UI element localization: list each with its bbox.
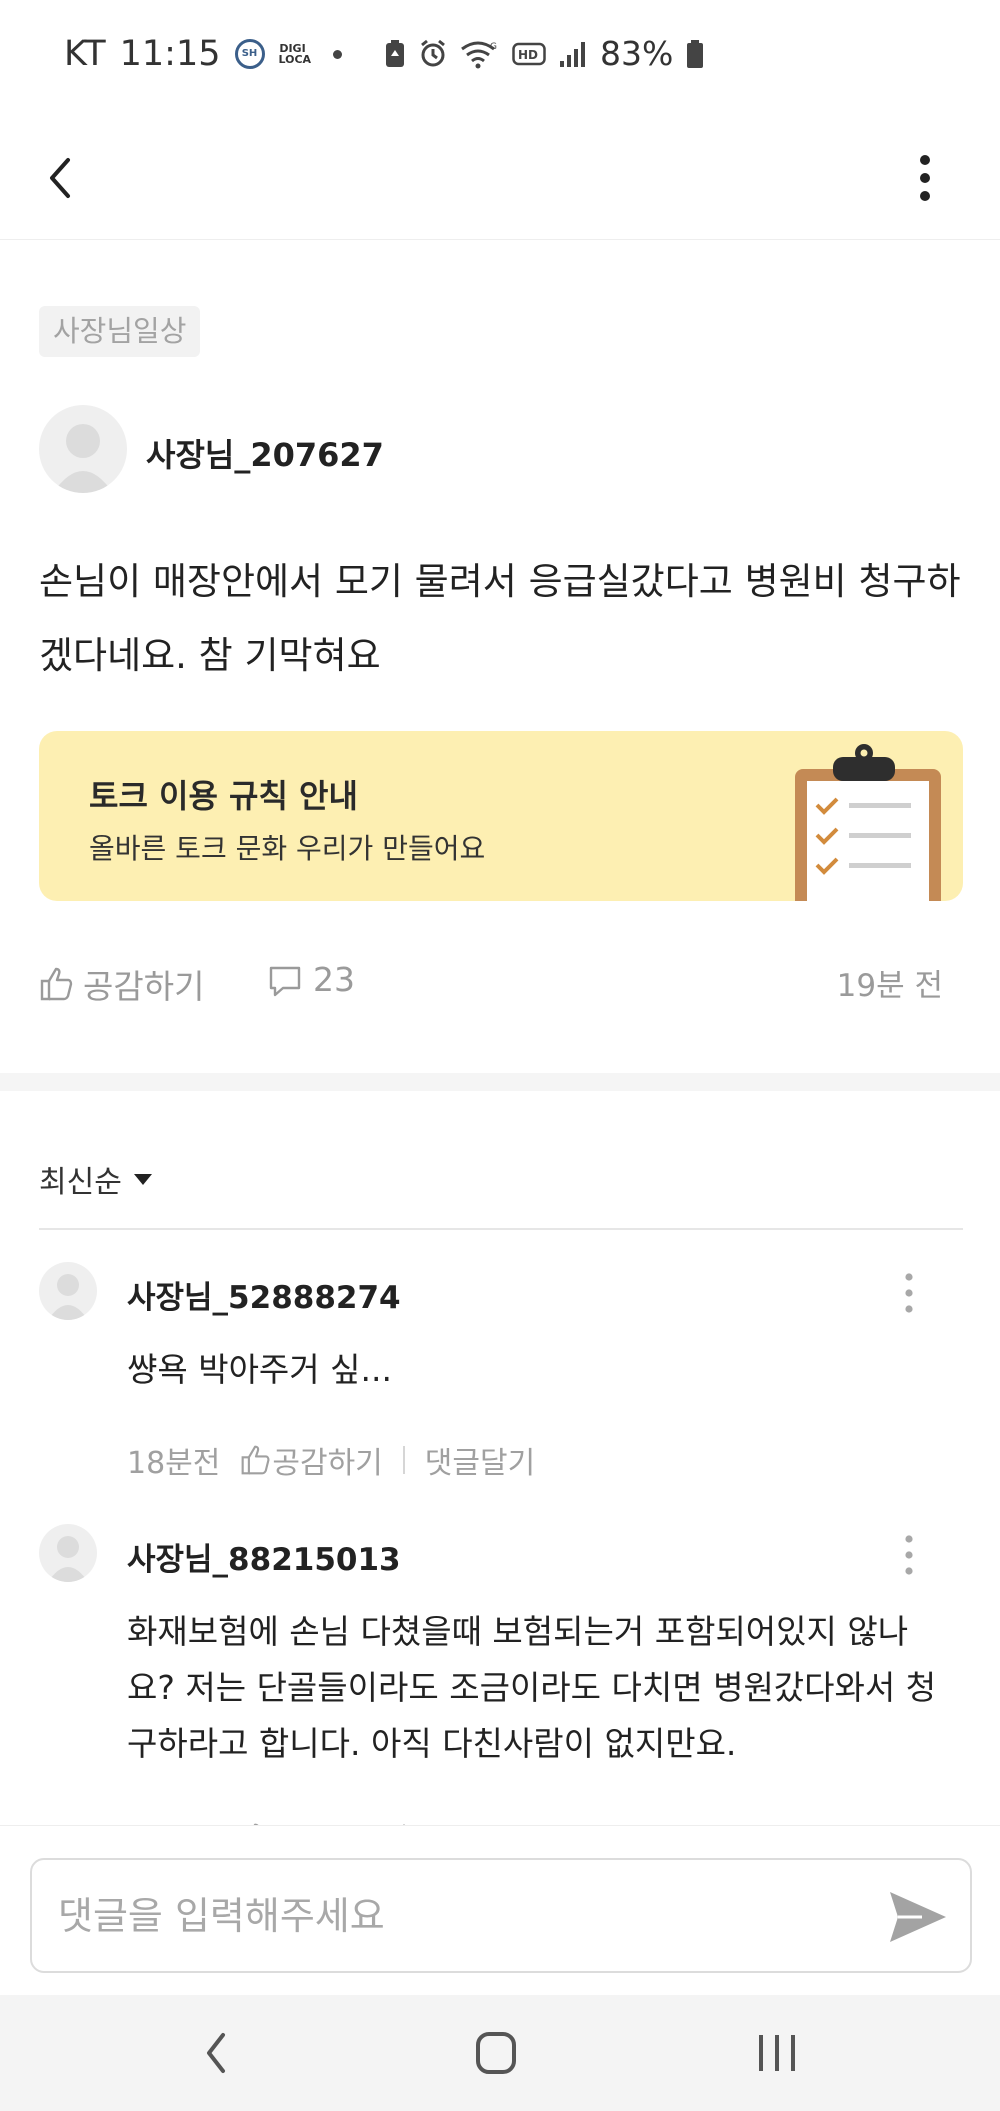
category-tag[interactable]: 사장님일상 (39, 306, 201, 357)
default-avatar-icon (48, 1536, 88, 1582)
svg-text:G: G (490, 42, 497, 52)
banner-title: 토크 이용 규칙 안내 (89, 777, 358, 815)
battery-icon (687, 39, 704, 68)
comment-avatar[interactable] (39, 1524, 97, 1582)
battery-percent: 83% (600, 34, 674, 73)
system-back-button[interactable] (187, 2023, 247, 2083)
post-time: 19분 전 (836, 968, 943, 1004)
comment-text: 썅욕 박아주거 싶... (127, 1350, 392, 1389)
comment-like-button[interactable]: 공감하기 (240, 1438, 383, 1482)
alarm-icon (421, 39, 445, 66)
more-vertical-icon (920, 155, 930, 201)
comment-more-button[interactable] (889, 1532, 929, 1578)
comment-count: 23 (313, 960, 355, 999)
like-label: 공감하기 (83, 967, 205, 1006)
caret-down-icon (133, 1174, 152, 1185)
comment-more-button[interactable] (889, 1270, 929, 1316)
like-button[interactable]: 공감하기 (39, 960, 204, 1008)
system-home-button[interactable] (466, 2023, 526, 2083)
system-recents-button[interactable] (747, 2023, 807, 2083)
comment-item: 사장님_88215013 화재보험에 손님 다쳤을때 보험되는거 포함되어있지 … (39, 1524, 963, 1859)
comment-count-button[interactable]: 23 (267, 960, 355, 999)
send-icon (890, 1892, 946, 1942)
reply-button[interactable]: 댓글달기 (425, 1438, 535, 1482)
digiloca-icon: DIGI LOCA (278, 42, 312, 66)
comment-author[interactable]: 사장님_52888274 (127, 1272, 401, 1317)
author-avatar[interactable] (39, 405, 127, 493)
status-bar-right: G HD 83% (384, 34, 705, 73)
more-vertical-icon (905, 1535, 913, 1575)
clock: 11:15 (119, 34, 221, 74)
chevron-left-icon (50, 158, 70, 198)
hd-voice-icon: HD (512, 42, 546, 65)
thumbs-up-icon (241, 1445, 270, 1475)
signal-icon (560, 41, 585, 67)
battery-saver-icon (386, 39, 404, 67)
comment-input-box (30, 1858, 972, 1973)
home-square-icon (476, 2032, 516, 2074)
back-button[interactable] (32, 148, 92, 208)
app-notification-icon: SH (234, 39, 265, 69)
default-avatar-icon (53, 424, 113, 493)
chevron-left-icon (207, 2033, 225, 2073)
comment-author[interactable]: 사장님_88215013 (127, 1534, 401, 1579)
clipboard-checklist-icon (795, 744, 941, 901)
more-vertical-icon (905, 1273, 913, 1313)
recents-icon (759, 2035, 795, 2071)
sort-divider (39, 1228, 963, 1230)
status-bar-left: KT 11:15 SH DIGI LOCA (64, 34, 342, 74)
carrier-label: KT (64, 34, 106, 74)
talk-rules-banner[interactable]: 토크 이용 규칙 안내 올바른 토크 문화 우리가 만들어요 (39, 731, 963, 901)
more-options-button[interactable] (896, 148, 956, 208)
section-divider (0, 1073, 1000, 1091)
comment-input-bar (0, 1825, 1000, 1995)
post-author-name[interactable]: 사장님_207627 (146, 430, 384, 476)
post-body-text: 손님이 매장안에서 모기 물려서 응급실갔다고 병원비 청구하겠다네요. 참 기… (39, 560, 961, 677)
comment-avatar[interactable] (39, 1262, 97, 1320)
wifi-icon: G (461, 41, 497, 68)
post-actions: 공감하기 23 19분 전 (39, 960, 963, 1010)
comment-input[interactable] (58, 1880, 878, 1952)
sort-label: 최신순 (39, 1165, 122, 1200)
status-bar: KT 11:15 SH DIGI LOCA G HD 83% (0, 0, 1000, 118)
thumbs-up-icon (40, 967, 73, 1001)
comment-like-label: 공감하기 (272, 1446, 383, 1481)
comment-meta: 18분전 공감하기 댓글달기 (127, 1438, 535, 1482)
comment-time: 18분전 (127, 1446, 221, 1481)
default-avatar-icon (48, 1274, 88, 1320)
comment-item: 사장님_52888274 썅욕 박아주거 싶... 18분전 공감하기 댓글달기 (39, 1262, 963, 1482)
meta-separator (402, 1446, 405, 1474)
banner-subtitle: 올바른 토크 문화 우리가 만들어요 (89, 832, 486, 865)
send-button[interactable] (882, 1886, 952, 1948)
more-notifications-dot-icon (332, 49, 342, 59)
comment-bubble-icon (269, 966, 301, 996)
sort-dropdown[interactable]: 최신순 (39, 1157, 154, 1201)
system-nav-bar (0, 1995, 1000, 2111)
comment-text: 화재보험에 손님 다쳤을때 보험되는거 포함되어있지 않나요? 저는 단골들이라… (127, 1612, 937, 1763)
svg-text:HD: HD (518, 48, 538, 62)
app-bar (0, 118, 1000, 240)
